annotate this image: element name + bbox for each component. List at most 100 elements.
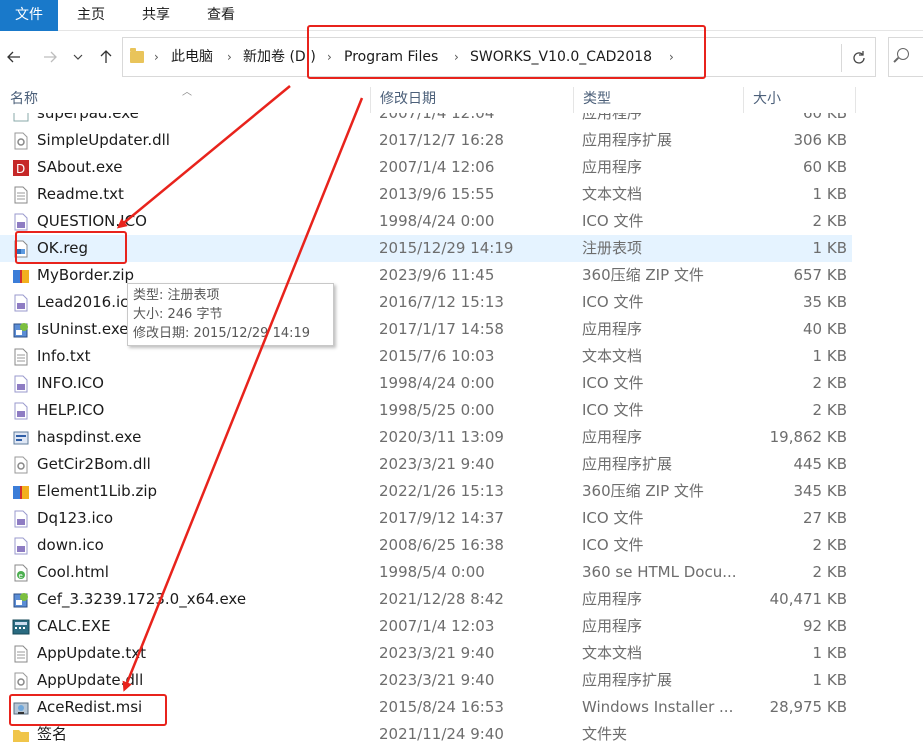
file-size: 1 KB (812, 185, 847, 203)
tab-home[interactable]: 主页 (65, 0, 117, 31)
file-type: 应用程序扩展 (582, 671, 673, 689)
file-row[interactable]: e Cool.html 1998/5/4 0:00 360 se HTML Docu.… (0, 559, 852, 586)
file-size: 27 KB (803, 509, 847, 527)
breadcrumb-separator-icon[interactable]: › (154, 38, 159, 76)
file-type: 文件夹 (582, 725, 628, 743)
file-row[interactable]: Dq123.ico 2017/9/12 14:37 ICO 文件 27 KB (0, 505, 852, 532)
chevron-down-icon (73, 54, 83, 60)
file-row[interactable]: HELP.ICO 1998/5/25 0:00 ICO 文件 2 KB (0, 397, 852, 424)
file-type: 360压缩 ZIP 文件 (582, 482, 704, 500)
file-row[interactable]: haspdinst.exe 2020/3/11 13:09 应用程序 19,862 K… (0, 424, 852, 451)
recent-locations-button[interactable] (70, 45, 86, 69)
forward-button[interactable] (38, 45, 62, 69)
file-row[interactable]: AppUpdate.txt 2023/3/21 9:40 文本文档 1 KB (0, 640, 852, 667)
dll-file-icon (12, 132, 30, 150)
tab-share[interactable]: 共享 (130, 0, 182, 31)
file-row[interactable]: Element1Lib.zip 2022/1/26 15:13 360压缩 ZIP … (0, 478, 852, 505)
tab-file[interactable]: 文件 (0, 0, 58, 31)
file-name: superpad.exe (37, 113, 139, 122)
column-divider[interactable] (855, 87, 856, 113)
application-icon (12, 113, 30, 123)
file-name: AppUpdate.dll (37, 671, 144, 689)
file-row[interactable]: CALC.EXE 2007/1/4 12:03 应用程序 92 KB (0, 613, 852, 640)
file-row[interactable]: Info.txt 2015/7/6 10:03 文本文档 1 KB (0, 343, 852, 370)
folder-icon (130, 48, 144, 63)
image-file-icon (12, 294, 30, 312)
file-type: ICO 文件 (582, 212, 644, 230)
file-name: Info.txt (37, 347, 91, 365)
file-row[interactable]: OK.reg 2015/12/29 14:19 注册表项 1 KB (0, 235, 852, 262)
file-modified-date: 2007/1/4 12:04 (379, 113, 495, 122)
file-modified-date: 2015/12/29 14:19 (379, 239, 514, 257)
file-row[interactable]: SimpleUpdater.dll 2017/12/7 16:28 应用程序扩展 30… (0, 127, 852, 154)
file-type: 应用程序 (582, 158, 643, 176)
file-modified-date: 2020/3/11 13:09 (379, 428, 504, 446)
file-row[interactable]: INFO.ICO 1998/4/24 0:00 ICO 文件 2 KB (0, 370, 852, 397)
folder-icon (12, 726, 30, 744)
file-modified-date: 2022/1/26 15:13 (379, 482, 504, 500)
column-header-date[interactable]: 修改日期 (370, 83, 573, 113)
zip-archive-icon (12, 483, 30, 501)
file-size: 40 KB (803, 320, 847, 338)
up-button[interactable] (94, 45, 118, 69)
file-size: 60 KB (803, 158, 847, 176)
file-row[interactable]: GetCir2Bom.dll 2023/3/21 9:40 应用程序扩展 445 KB (0, 451, 852, 478)
file-size: 28,975 KB (769, 698, 847, 716)
file-row[interactable]: down.ico 2008/6/25 16:38 ICO 文件 2 KB (0, 532, 852, 559)
file-type: ICO 文件 (582, 536, 644, 554)
dll-file-icon (12, 672, 30, 690)
back-button[interactable] (2, 45, 26, 69)
calculator-app-icon (12, 618, 30, 636)
file-modified-date: 2023/9/6 11:45 (379, 266, 495, 284)
file-row[interactable]: Readme.txt 2013/9/6 15:55 文本文档 1 KB (0, 181, 852, 208)
file-name: haspdinst.exe (37, 428, 142, 446)
file-size: 92 KB (803, 617, 847, 635)
tooltip-type: 类型: 注册表项 (133, 288, 220, 303)
file-modified-date: 1998/5/4 0:00 (379, 563, 485, 581)
file-name: Readme.txt (37, 185, 124, 203)
file-row[interactable]: D SAbout.exe 2007/1/4 12:06 应用程序 60 KB (0, 154, 852, 181)
arrow-up-icon (100, 50, 112, 63)
html-file-icon: e (12, 564, 30, 582)
file-name: Dq123.ico (37, 509, 114, 527)
column-header-size[interactable]: 大小 (743, 83, 855, 113)
sort-descending-icon: ︿ (182, 87, 192, 98)
file-name: CALC.EXE (37, 617, 111, 635)
file-size: 1 KB (812, 671, 847, 689)
file-type: 应用程序 (582, 617, 643, 635)
file-row[interactable]: QUESTION.ICO 1998/4/24 0:00 ICO 文件 2 KB (0, 208, 852, 235)
file-row[interactable]: superpad.exe 2007/1/4 12:04 应用程序 60 KB (0, 113, 852, 127)
text-file-icon (12, 645, 30, 663)
file-type: ICO 文件 (582, 293, 644, 311)
file-modified-date: 2013/9/6 15:55 (379, 185, 495, 203)
file-size: 19,862 KB (769, 428, 847, 446)
file-size: 60 KB (803, 113, 847, 122)
file-row[interactable]: AppUpdate.dll 2023/3/21 9:40 应用程序扩展 1 KB (0, 667, 852, 694)
column-header-type[interactable]: 类型 (573, 83, 743, 113)
file-size: 1 KB (812, 347, 847, 365)
tab-view[interactable]: 查看 (195, 0, 247, 31)
file-size: 306 KB (793, 131, 847, 149)
file-modified-date: 2023/3/21 9:40 (379, 455, 495, 473)
file-type: 文本文档 (582, 347, 643, 365)
installer-app-icon (12, 591, 30, 609)
text-file-icon (12, 186, 30, 204)
file-modified-date: 2021/12/28 8:42 (379, 590, 504, 608)
file-type: 应用程序 (582, 428, 643, 446)
column-header-row: 名称 ︿ 修改日期 类型 大小 (0, 83, 923, 113)
breadcrumb-separator-icon[interactable]: › (227, 38, 232, 76)
file-name: down.ico (37, 536, 104, 554)
file-row[interactable]: Cef_3.3239.1723.0_x64.exe 2021/12/28 8:42… (0, 586, 852, 613)
annotation-box-aceredist (9, 694, 167, 726)
file-type: 应用程序 (582, 320, 643, 338)
svg-text:D: D (16, 162, 25, 176)
search-box[interactable] (888, 37, 923, 77)
file-type: 文本文档 (582, 185, 643, 203)
file-name: Cef_3.3239.1723.0_x64.exe (37, 590, 247, 608)
breadcrumb-drive-d[interactable]: 新加卷 (D:) (243, 38, 316, 76)
refresh-button[interactable] (841, 44, 875, 72)
installer-app-icon (12, 321, 30, 339)
image-file-icon (12, 375, 30, 393)
breadcrumb-this-pc[interactable]: 此电脑 (171, 38, 213, 76)
file-name: GetCir2Bom.dll (37, 455, 151, 473)
